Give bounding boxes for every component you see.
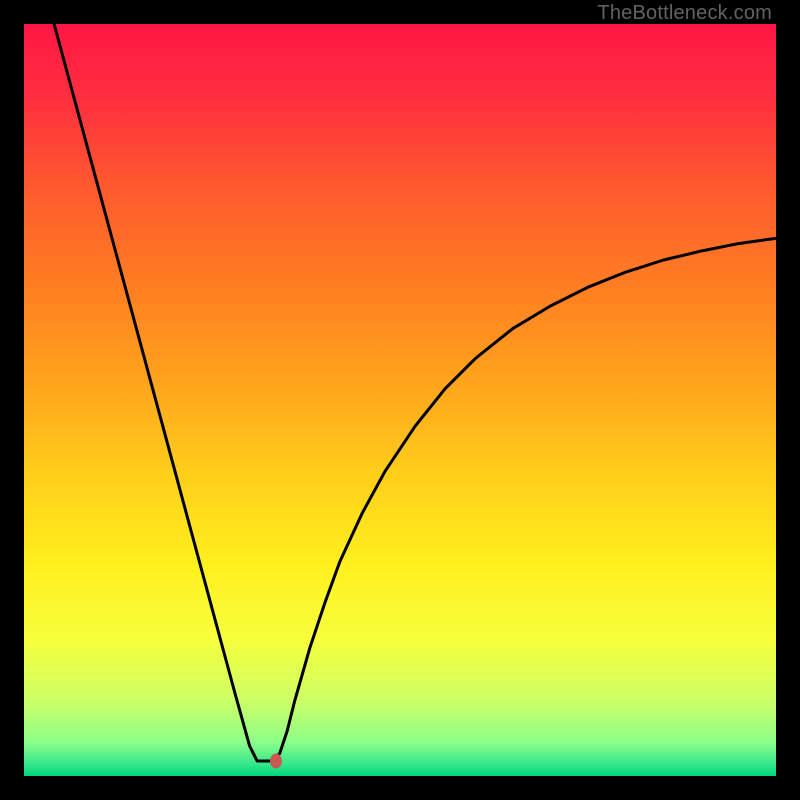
optimal-point-marker bbox=[270, 753, 282, 768]
watermark-text: TheBottleneck.com bbox=[597, 2, 772, 25]
gradient-background bbox=[24, 24, 776, 776]
chart-frame bbox=[24, 24, 776, 776]
bottleneck-chart bbox=[24, 24, 776, 776]
